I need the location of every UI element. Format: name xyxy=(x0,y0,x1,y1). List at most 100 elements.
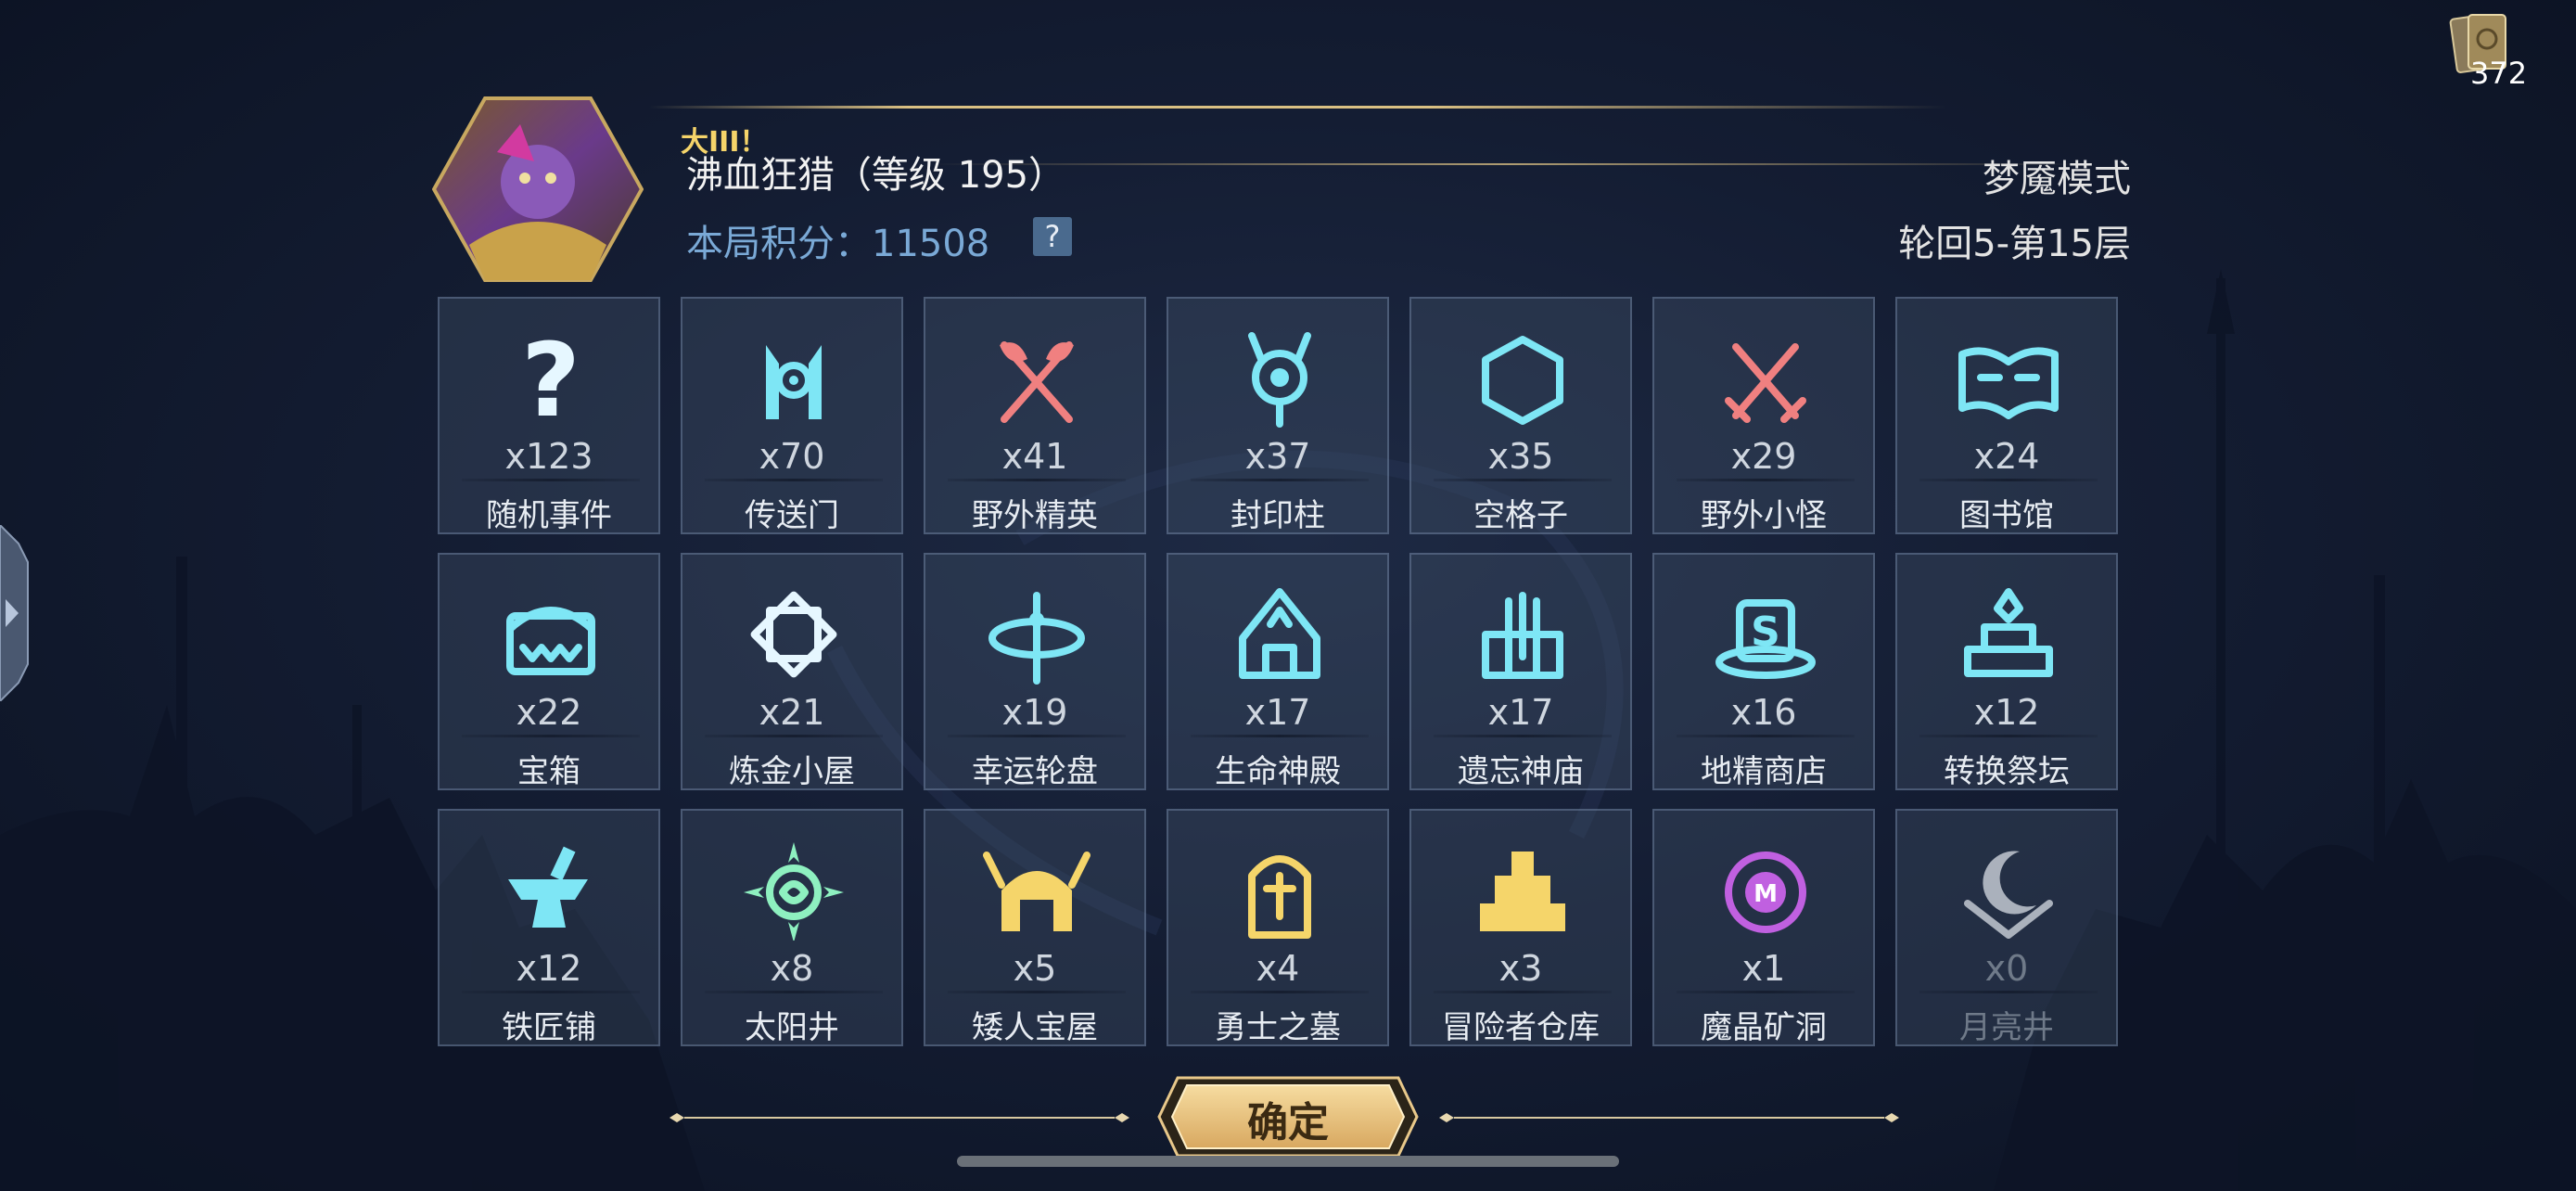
stat-cell[interactable]: Sx16 地精商店 xyxy=(1652,553,1875,790)
player-name: 沸血狂猎（等级 195） xyxy=(686,154,1066,197)
stat-count: x8 xyxy=(770,948,814,989)
stat-divider xyxy=(462,735,640,737)
stat-divider xyxy=(1434,735,1612,737)
stat-count: x41 xyxy=(1001,436,1068,477)
crossed-axes-icon xyxy=(1000,341,1074,423)
stat-cell[interactable]: x5 矮人宝屋 xyxy=(924,809,1146,1046)
stat-count: x0 xyxy=(1984,948,2029,989)
score-help-button[interactable]: ? xyxy=(1033,217,1072,256)
crossed-swords-icon xyxy=(1725,343,1806,423)
stat-cell[interactable]: x22 宝箱 xyxy=(438,553,660,790)
stat-label: 铁匠铺 xyxy=(502,1009,596,1046)
stat-cell[interactable]: x12 铁匠铺 xyxy=(438,809,660,1046)
header-divider-bottom xyxy=(927,163,2086,165)
stat-cell[interactable]: x70 传送门 xyxy=(681,297,903,534)
stat-cell[interactable]: x21 炼金小屋 xyxy=(681,553,903,790)
stat-label: 随机事件 xyxy=(486,497,612,534)
stat-cell[interactable]: ? x123 随机事件 xyxy=(438,297,660,534)
stat-count: x37 xyxy=(1244,436,1311,477)
stat-cell[interactable]: x29 野外小怪 xyxy=(1652,297,1875,534)
stat-cell[interactable]: x19 幸运轮盘 xyxy=(924,553,1146,790)
conversion-altar-icon xyxy=(1964,588,2053,677)
stat-label: 月亮井 xyxy=(1959,1009,2054,1046)
stat-label: 野外精英 xyxy=(972,497,1098,534)
stat-divider xyxy=(705,735,883,737)
stat-label: 矮人宝屋 xyxy=(972,1009,1098,1046)
stat-label: 幸运轮盘 xyxy=(972,753,1098,790)
treasure-chest-icon xyxy=(506,607,595,675)
stat-label: 魔晶矿洞 xyxy=(1701,1009,1827,1046)
crystal-mine-icon: M xyxy=(1725,852,1806,933)
stat-label: 宝箱 xyxy=(517,753,580,790)
life-temple-icon xyxy=(1239,588,1320,679)
stat-label: 地精商店 xyxy=(1701,753,1827,790)
hero-avatar xyxy=(432,96,644,282)
stat-label: 传送门 xyxy=(745,497,839,534)
stat-divider xyxy=(705,479,883,481)
stat-count: x16 xyxy=(1730,692,1797,733)
stat-count: x5 xyxy=(1013,948,1057,989)
stat-cell[interactable]: x3 冒险者仓库 xyxy=(1409,809,1632,1046)
stat-divider xyxy=(1677,991,1855,993)
stat-count: x12 xyxy=(516,948,582,989)
portal-icon xyxy=(766,345,822,419)
stat-divider xyxy=(1919,735,2098,737)
stat-divider xyxy=(705,991,883,993)
score-value: 11508 xyxy=(872,223,990,265)
stat-divider xyxy=(1919,991,2098,993)
stat-cell[interactable]: x24 图书馆 xyxy=(1895,297,2118,534)
stat-cell[interactable]: x12 转换祭坛 xyxy=(1895,553,2118,790)
stat-cell[interactable]: x17 生命神殿 xyxy=(1167,553,1389,790)
stat-label: 图书馆 xyxy=(1959,497,2054,534)
stat-count: x17 xyxy=(1487,692,1554,733)
stat-count: x1 xyxy=(1741,948,1786,989)
stat-cell[interactable]: x8 太阳井 xyxy=(681,809,903,1046)
stat-count: x29 xyxy=(1730,436,1797,477)
stat-count: x22 xyxy=(516,692,582,733)
confirm-decor-right xyxy=(1439,1113,1899,1122)
stat-count: x35 xyxy=(1487,436,1554,477)
stat-count: x70 xyxy=(759,436,825,477)
stat-cell[interactable]: x0 月亮井 xyxy=(1895,809,2118,1046)
stat-divider xyxy=(1191,991,1369,993)
confirm-decor-left xyxy=(670,1113,1129,1122)
stat-count: x4 xyxy=(1256,948,1300,989)
stat-divider xyxy=(948,735,1126,737)
stat-cell[interactable]: x37 封印柱 xyxy=(1167,297,1389,534)
tombstone-icon xyxy=(1248,855,1311,939)
stat-divider xyxy=(1191,479,1369,481)
stat-cell[interactable]: x17 遗忘神庙 xyxy=(1409,553,1632,790)
lucky-wheel-icon xyxy=(988,592,1085,685)
stat-cell[interactable]: x35 空格子 xyxy=(1409,297,1632,534)
svg-text:M: M xyxy=(1753,880,1778,908)
stat-divider xyxy=(1434,479,1612,481)
home-indicator[interactable] xyxy=(957,1156,1619,1167)
stat-cell[interactable]: x41 野外精英 xyxy=(924,297,1146,534)
question-mark-icon: ? xyxy=(521,327,580,429)
card-count: 372 xyxy=(2470,56,2528,91)
sun-well-icon xyxy=(744,842,844,941)
stat-label: 转换祭坛 xyxy=(1944,753,2070,790)
stat-cell[interactable]: x4 勇士之墓 xyxy=(1167,809,1389,1046)
game-mode: 梦魇模式 xyxy=(1983,158,2131,200)
moon-well-icon xyxy=(1964,851,2053,939)
stat-label: 勇士之墓 xyxy=(1215,1009,1341,1046)
stat-label: 炼金小屋 xyxy=(729,753,855,790)
confirm-button[interactable]: 确定 xyxy=(1157,1089,1419,1148)
stat-count: x123 xyxy=(504,436,593,477)
score-display: 本局积分：11508 xyxy=(686,213,989,267)
stat-cell[interactable]: Mx1 魔晶矿洞 xyxy=(1652,809,1875,1046)
stat-label: 空格子 xyxy=(1473,497,1568,534)
stat-label: 野外小怪 xyxy=(1701,497,1827,534)
stat-count: x12 xyxy=(1973,692,2040,733)
side-expand-tab[interactable] xyxy=(0,525,30,701)
forgotten-temple-icon xyxy=(1482,592,1563,679)
stat-count: x19 xyxy=(1001,692,1068,733)
stat-divider xyxy=(1677,479,1855,481)
stat-label: 冒险者仓库 xyxy=(1442,1009,1600,1046)
stat-divider xyxy=(1677,735,1855,737)
stat-label: 生命神殿 xyxy=(1215,753,1341,790)
hexagon-icon xyxy=(1482,336,1563,425)
svg-text:?: ? xyxy=(521,327,580,429)
stat-divider xyxy=(1434,991,1612,993)
